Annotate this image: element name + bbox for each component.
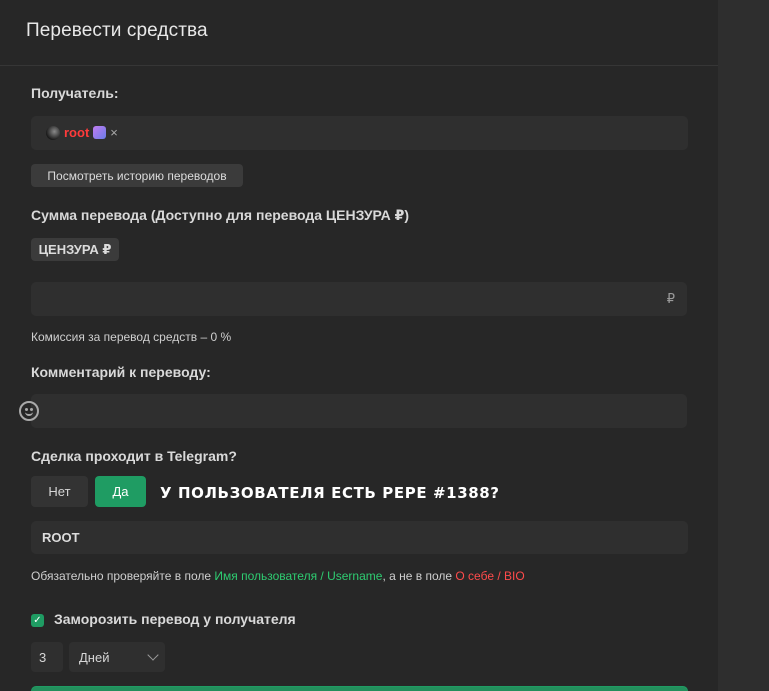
submit-button[interactable] xyxy=(31,686,688,691)
page-scroll-area[interactable] xyxy=(718,0,769,691)
username-check-hint: Обязательно проверяйте в поле Имя пользо… xyxy=(31,569,525,583)
pepe-question-overlay: У ПОЛЬЗОВАТЕЛЯ ЕСТЬ PEPE #1388? xyxy=(160,484,500,502)
telegram-yes-button[interactable]: Да xyxy=(95,476,146,507)
comment-label: Комментарий к переводу: xyxy=(31,364,211,380)
hint-prefix: Обязательно проверяйте в поле xyxy=(31,569,215,583)
hint-username-field: Имя пользователя / Username xyxy=(214,569,383,583)
telegram-no-button[interactable]: Нет xyxy=(31,476,88,507)
freeze-unit-select[interactable]: Дней xyxy=(69,642,165,672)
freeze-label[interactable]: Заморозить перевод у получателя xyxy=(54,611,296,627)
modal-title: Перевести средства xyxy=(26,20,208,41)
transfer-modal: Перевести средства Получатель: root × По… xyxy=(0,0,718,691)
avatar xyxy=(46,125,60,140)
recipient-username: root xyxy=(64,125,90,140)
freeze-unit-value: Дней xyxy=(79,649,110,665)
modal-header: Перевести средства xyxy=(0,0,718,66)
commission-note: Комиссия за перевод средств – 0 % xyxy=(31,330,232,344)
telegram-username-input[interactable]: ROOT xyxy=(31,521,688,554)
amount-input[interactable]: ₽ xyxy=(31,282,687,316)
close-icon[interactable]: × xyxy=(110,125,118,140)
chevron-down-icon xyxy=(147,649,159,661)
telegram-label: Сделка проходит в Telegram? xyxy=(31,448,237,464)
user-badge-icon xyxy=(93,126,107,139)
hint-bio-field: О себе / BIO xyxy=(455,569,525,583)
comment-input[interactable] xyxy=(19,394,687,428)
telegram-username-value: ROOT xyxy=(42,530,80,545)
currency-symbol: ₽ xyxy=(666,291,675,306)
amount-label: Сумма перевода (Доступно для перевода ЦЕ… xyxy=(31,207,410,223)
hint-middle: , а не в поле xyxy=(382,569,456,583)
transfer-history-button[interactable]: Посмотреть историю переводов xyxy=(31,164,243,187)
recipient-input[interactable]: root × xyxy=(31,116,688,150)
available-balance-chip[interactable]: ЦЕНЗУРА ₽ xyxy=(31,238,119,261)
smile-icon[interactable] xyxy=(19,401,39,421)
recipient-token: root × xyxy=(46,125,118,140)
freeze-checkbox[interactable]: ✓ xyxy=(31,614,44,627)
freeze-duration-input[interactable]: 3 xyxy=(31,642,63,672)
recipient-label: Получатель: xyxy=(31,85,119,101)
